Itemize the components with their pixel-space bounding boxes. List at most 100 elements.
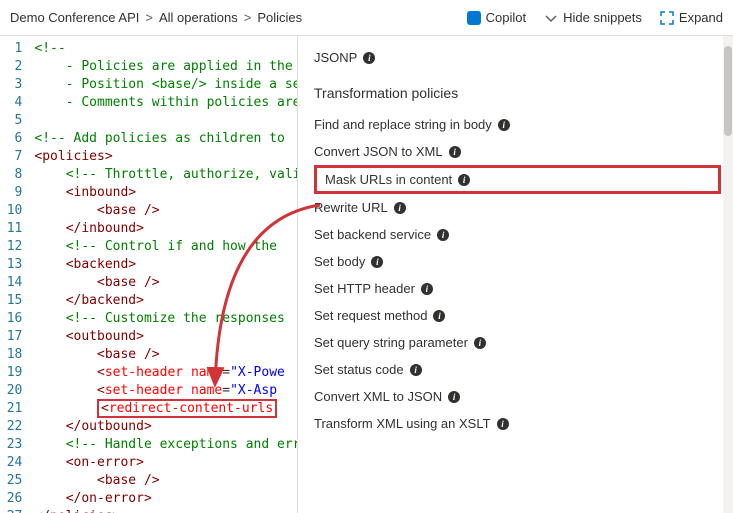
section-title: Transformation policies (314, 71, 721, 111)
hide-snippets-button[interactable]: Hide snippets (544, 10, 642, 25)
policy-label: Convert XML to JSON (314, 389, 442, 404)
code-line[interactable]: <!-- Throttle, authorize, validate (34, 166, 297, 184)
scrollbar-thumb[interactable] (724, 46, 732, 136)
info-icon[interactable]: i (394, 202, 406, 214)
code-line[interactable] (34, 112, 297, 130)
code-line[interactable]: <inbound> (34, 184, 297, 202)
line-number: 17 (0, 328, 22, 346)
policy-item[interactable]: Find and replace string in body i (314, 111, 721, 138)
code-line[interactable]: - Policies are applied in the order they… (34, 58, 297, 76)
policy-item[interactable]: Set backend service i (314, 221, 721, 248)
code-line[interactable]: </outbound> (34, 418, 297, 436)
line-number: 27 (0, 508, 22, 513)
code-line[interactable]: <base /> (34, 472, 297, 490)
editor-gutter: 1234567891011121314151617181920212223242… (0, 36, 30, 513)
info-icon[interactable]: i (474, 337, 486, 349)
code-line[interactable]: - Comments within policies are preserved (34, 94, 297, 112)
line-number: 1 (0, 40, 22, 58)
code-line[interactable]: </on-error> (34, 490, 297, 508)
policy-item[interactable]: Set request method i (314, 302, 721, 329)
expand-label: Expand (679, 10, 723, 25)
policy-item[interactable]: Set HTTP header i (314, 275, 721, 302)
breadcrumb-separator: > (244, 10, 252, 25)
copilot-label: Copilot (486, 10, 526, 25)
info-icon[interactable]: i (497, 418, 509, 430)
copilot-button[interactable]: Copilot (467, 10, 526, 25)
line-number: 3 (0, 76, 22, 94)
line-number: 8 (0, 166, 22, 184)
policy-item[interactable]: Set bodyi (314, 248, 721, 275)
policy-item[interactable]: Transform XML using an XSLTi (314, 410, 721, 437)
code-line[interactable]: <!-- (34, 40, 297, 58)
policy-label: Set status code (314, 362, 404, 377)
line-number: 26 (0, 490, 22, 508)
line-number: 7 (0, 148, 22, 166)
breadcrumb-item[interactable]: Demo Conference API (10, 10, 139, 25)
line-number: 24 (0, 454, 22, 472)
line-number: 13 (0, 256, 22, 274)
code-editor[interactable]: 1234567891011121314151617181920212223242… (0, 36, 298, 513)
policy-item[interactable]: Rewrite URLi (314, 194, 721, 221)
info-icon[interactable]: i (363, 52, 375, 64)
code-line[interactable]: <outbound> (34, 328, 297, 346)
code-line[interactable]: <backend> (34, 256, 297, 274)
expand-button[interactable]: Expand (660, 10, 723, 25)
policy-item-jsonp[interactable]: JSONP i (314, 44, 721, 71)
policy-label: Set request method (314, 308, 427, 323)
policy-label: Find and replace string in body (314, 117, 492, 132)
info-icon[interactable]: i (437, 229, 449, 241)
code-line[interactable]: <policies> (34, 148, 297, 166)
editor-code[interactable]: <!-- - Policies are applied in the order… (30, 36, 297, 513)
line-number: 12 (0, 238, 22, 256)
line-number: 5 (0, 112, 22, 130)
code-line[interactable]: <on-error> (34, 454, 297, 472)
scrollbar-track[interactable] (723, 36, 733, 513)
info-icon[interactable]: i (449, 146, 461, 158)
code-line[interactable]: <set-header name="X-Powe (34, 364, 297, 382)
line-number: 11 (0, 220, 22, 238)
code-line[interactable]: <!-- Add policies as children to (34, 130, 297, 148)
line-number: 20 (0, 382, 22, 400)
info-icon[interactable]: i (458, 174, 470, 186)
info-icon[interactable]: i (433, 310, 445, 322)
topbar: Demo Conference API > All operations > P… (0, 0, 733, 36)
code-line[interactable]: <base /> (34, 202, 297, 220)
code-line[interactable]: </policies> (34, 508, 297, 513)
policy-item[interactable]: Mask URLs in contenti (314, 165, 721, 194)
line-number: 19 (0, 364, 22, 382)
line-number: 15 (0, 292, 22, 310)
policy-item[interactable]: Convert JSON to XMLi (314, 138, 721, 165)
info-icon[interactable]: i (410, 364, 422, 376)
info-icon[interactable]: i (421, 283, 433, 295)
breadcrumb-separator: > (145, 10, 153, 25)
line-number: 2 (0, 58, 22, 76)
policy-item[interactable]: Set query string parameter i (314, 329, 721, 356)
code-line[interactable]: <!-- Customize the responses (34, 310, 297, 328)
policy-item[interactable]: Convert XML to JSON i (314, 383, 721, 410)
info-icon[interactable]: i (371, 256, 383, 268)
line-number: 16 (0, 310, 22, 328)
code-line[interactable]: <base /> (34, 274, 297, 292)
code-line[interactable]: </backend> (34, 292, 297, 310)
info-icon[interactable]: i (448, 391, 460, 403)
code-line[interactable]: <!-- Control if and how the (34, 238, 297, 256)
line-number: 18 (0, 346, 22, 364)
code-line[interactable]: <base /> (34, 346, 297, 364)
chevron-down-icon (544, 11, 558, 25)
breadcrumb-item[interactable]: All operations (159, 10, 238, 25)
policy-label: Set query string parameter (314, 335, 468, 350)
hide-snippets-label: Hide snippets (563, 10, 642, 25)
breadcrumb: Demo Conference API > All operations > P… (10, 10, 302, 25)
policy-item[interactable]: Set status code i (314, 356, 721, 383)
code-line[interactable]: <redirect-content-urls (34, 400, 297, 418)
policy-label: Set HTTP header (314, 281, 415, 296)
code-line[interactable]: <!-- Handle exceptions and errors (34, 436, 297, 454)
code-line[interactable]: <set-header name="X-Asp (34, 382, 297, 400)
copilot-icon (467, 11, 481, 25)
breadcrumb-item[interactable]: Policies (257, 10, 302, 25)
info-icon[interactable]: i (498, 119, 510, 131)
code-line[interactable]: - Position <base/> inside a section (34, 76, 297, 94)
code-line[interactable]: </inbound> (34, 220, 297, 238)
policy-label: Set backend service (314, 227, 431, 242)
line-number: 6 (0, 130, 22, 148)
